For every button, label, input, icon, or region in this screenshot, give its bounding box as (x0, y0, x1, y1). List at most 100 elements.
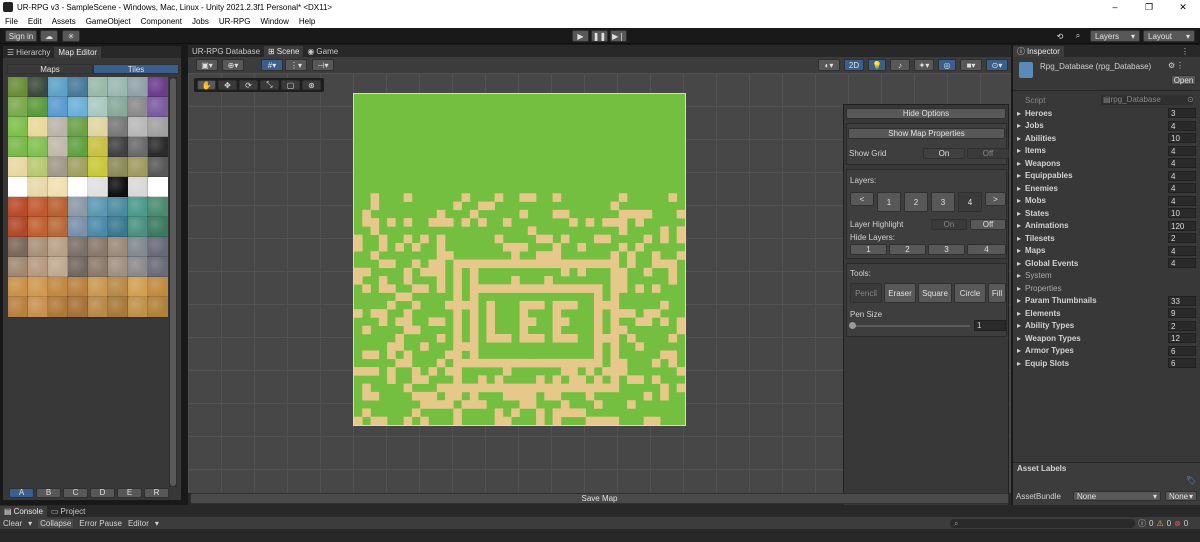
sand-tile[interactable] (403, 309, 413, 318)
sand-tile[interactable] (536, 358, 545, 368)
warning-count-icon[interactable]: ⚠ (1156, 519, 1163, 528)
sand-tile[interactable] (420, 400, 429, 409)
sand-tile[interactable] (478, 218, 487, 227)
foldout-arrow-icon[interactable]: ▸ (1017, 134, 1021, 143)
sand-tile[interactable] (569, 375, 578, 384)
hide-layer-3-button[interactable]: 3 (928, 244, 965, 255)
sand-tile[interactable] (560, 234, 570, 244)
tile-swatch[interactable] (47, 296, 69, 318)
sand-tile[interactable] (445, 383, 454, 393)
sand-tile[interactable] (643, 416, 653, 426)
foldout-arrow-icon[interactable]: ▸ (1017, 146, 1021, 155)
tile-swatch[interactable] (127, 156, 149, 178)
sand-tile[interactable] (519, 317, 529, 326)
sand-tile[interactable] (593, 309, 603, 318)
sand-tile[interactable] (411, 325, 421, 335)
inspector-field-value[interactable]: 4 (1168, 145, 1196, 156)
foldout-arrow-icon[interactable]: ▸ (1017, 334, 1021, 343)
sand-tile[interactable] (478, 358, 487, 368)
sand-tile[interactable] (560, 259, 570, 269)
sand-tile[interactable] (610, 367, 620, 376)
sand-tile[interactable] (411, 284, 421, 293)
sand-tile[interactable] (560, 209, 570, 219)
sand-tile[interactable] (469, 317, 479, 326)
menu-gameobject[interactable]: GameObject (81, 17, 136, 26)
sand-tile[interactable] (577, 358, 586, 368)
sand-tile[interactable] (643, 309, 653, 318)
sand-tile[interactable] (610, 201, 620, 211)
foldout-arrow-icon[interactable]: ▸ (1017, 159, 1021, 168)
sand-tile[interactable] (378, 317, 388, 326)
sand-tile[interactable] (395, 292, 404, 302)
sand-tile[interactable] (527, 383, 537, 393)
sand-tile[interactable] (618, 209, 628, 219)
sand-tile[interactable] (635, 342, 644, 351)
tile-swatch[interactable] (147, 216, 168, 238)
sand-tile[interactable] (354, 267, 363, 277)
square-tool-button[interactable]: Square (918, 283, 952, 303)
sand-tile[interactable] (585, 416, 595, 426)
sand-tile[interactable] (627, 209, 636, 219)
sand-tile[interactable] (527, 400, 537, 409)
inspector-field-row[interactable]: ▸ Mobs 4 (1017, 195, 1200, 207)
tab-console[interactable]: ▤ Console (0, 506, 47, 517)
info-count-icon[interactable]: ⓘ (1138, 518, 1146, 529)
sand-tile[interactable] (461, 259, 471, 269)
error-count-icon[interactable]: ⊗ (1174, 519, 1181, 528)
sand-tile[interactable] (453, 267, 462, 277)
tile-swatch[interactable] (147, 96, 168, 118)
inspector-field-value[interactable]: 2 (1168, 233, 1196, 243)
sand-tile[interactable] (593, 358, 603, 368)
tab-map-editor[interactable]: Map Editor (54, 47, 102, 58)
sand-tile[interactable] (461, 400, 471, 409)
foldout-arrow-icon[interactable]: ▸ (1017, 121, 1021, 130)
sand-tile[interactable] (362, 267, 371, 277)
sand-tile[interactable] (527, 358, 537, 368)
sand-tile[interactable] (354, 234, 363, 244)
sand-tile[interactable] (387, 367, 396, 376)
tile-page-a[interactable]: A (9, 487, 34, 498)
sand-tile[interactable] (585, 259, 595, 269)
tile-swatch[interactable] (27, 136, 49, 158)
sand-tile[interactable] (354, 242, 363, 252)
sand-tile[interactable] (676, 367, 686, 376)
inspector-field-row[interactable]: ▸ Jobs 4 (1017, 120, 1200, 132)
sand-tile[interactable] (486, 300, 495, 310)
sand-tile[interactable] (445, 300, 454, 310)
sand-tile[interactable] (436, 234, 446, 244)
sand-tile[interactable] (527, 391, 537, 401)
sand-tile[interactable] (411, 408, 421, 418)
sand-tile[interactable] (618, 325, 628, 335)
sand-tile[interactable] (593, 400, 603, 409)
layer-next-button[interactable]: > (985, 192, 1006, 206)
sand-tile[interactable] (445, 400, 454, 409)
tile-swatch[interactable] (8, 156, 29, 178)
tile-swatch[interactable] (8, 236, 29, 258)
editor-dropdown[interactable]: Editor (128, 519, 149, 528)
inspector-field-row[interactable]: ▸ System (1017, 270, 1200, 282)
sand-tile[interactable] (618, 309, 628, 318)
sand-tile[interactable] (370, 391, 380, 401)
sand-tile[interactable] (544, 276, 553, 285)
sand-tile[interactable] (469, 342, 479, 351)
sand-tile[interactable] (378, 242, 388, 252)
sand-tile[interactable] (544, 358, 553, 368)
sand-tile[interactable] (486, 284, 495, 293)
sand-tile[interactable] (502, 391, 512, 401)
tile-swatch[interactable] (47, 96, 69, 118)
tile-swatch[interactable] (107, 116, 129, 138)
sand-tile[interactable] (362, 408, 371, 418)
sand-tile[interactable] (387, 259, 396, 269)
label-tag-icon[interactable]: 🏷 (1186, 476, 1196, 485)
sand-tile[interactable] (436, 383, 446, 393)
sand-tile[interactable] (660, 300, 669, 310)
sand-tile[interactable] (536, 333, 545, 343)
sand-tile[interactable] (651, 358, 661, 368)
tab-ur-rpg-database[interactable]: UR-RPG Database (188, 46, 264, 57)
sand-tile[interactable] (469, 350, 479, 360)
foldout-arrow-icon[interactable]: ▸ (1017, 321, 1021, 330)
menu-window[interactable]: Window (255, 17, 293, 26)
inspector-field-value[interactable]: 4 (1168, 158, 1196, 168)
layer-3-button[interactable]: 3 (931, 192, 955, 212)
sand-tile[interactable] (552, 358, 562, 368)
